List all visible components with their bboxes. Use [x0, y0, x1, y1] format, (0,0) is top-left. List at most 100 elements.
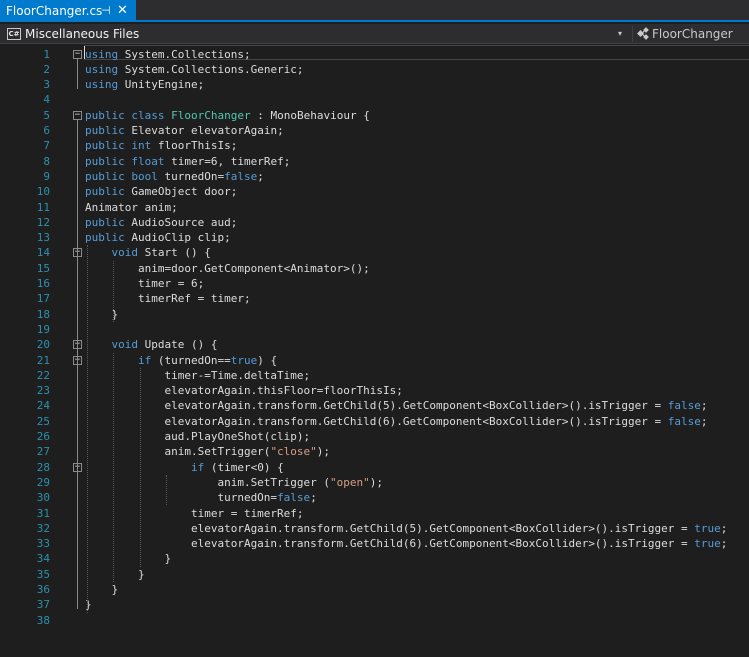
code-token: public: [85, 231, 125, 245]
code-line[interactable]: 38: [0, 613, 749, 628]
code-line[interactable]: 10 public GameObject door;: [0, 184, 749, 199]
code-line[interactable]: 33 elevatorAgain.transform.GetChild(6).G…: [0, 536, 749, 551]
code-line[interactable]: 24 elevatorAgain.transform.GetChild(5).G…: [0, 398, 749, 413]
code-token: ;: [700, 414, 708, 428]
code-line[interactable]: 25 elevatorAgain.transform.GetChild(6).G…: [0, 414, 749, 429]
code-token: timer = timerRef;: [85, 506, 304, 520]
code-line[interactable]: 12 public AudioSource aud;: [0, 215, 749, 230]
code-line[interactable]: 9 public bool turnedOn=false;: [0, 169, 749, 184]
line-number: 5: [43, 108, 50, 122]
code-line[interactable]: 4: [0, 92, 749, 107]
code-editor[interactable]: 1− using System.Collections; 2 using System…: [0, 45, 749, 657]
tab-floorchanger-cs[interactable]: FloorChanger.cs ⊣ ✕: [0, 0, 136, 22]
document-tab-strip: FloorChanger.cs ⊣ ✕: [0, 0, 749, 22]
code-token: void: [111, 246, 139, 260]
code-token: ;: [310, 491, 317, 505]
code-line[interactable]: 27 anim.SetTrigger("close");: [0, 444, 749, 459]
code-line[interactable]: 17 timerRef = timer;: [0, 291, 749, 306]
indent-guide: [113, 260, 115, 322]
project-dropdown[interactable]: Miscellaneous Files: [25, 24, 139, 44]
code-token: timerRef = timer;: [85, 292, 251, 306]
code-token: AudioClip clip;: [124, 231, 231, 245]
code-token: turnedOn=: [157, 169, 225, 183]
code-line[interactable]: 11 Animator anim;: [0, 200, 749, 215]
code-token: elevatorAgain.transform.GetChild(6).GetC…: [85, 414, 668, 428]
code-text: anim=door.GetComponent<Animator>();: [85, 261, 370, 276]
code-token: (turnedOn==: [151, 353, 231, 367]
code-line[interactable]: 29 anim.SetTrigger ("open");: [0, 475, 749, 490]
code-token: true: [694, 521, 721, 535]
code-line[interactable]: 5 − public class FloorChanger : MonoBehavi…: [0, 108, 749, 123]
code-text: elevatorAgain.transform.GetChild(5).GetC…: [85, 398, 707, 413]
code-line[interactable]: 21− if (turnedOn==true) {: [0, 353, 749, 368]
line-number: 17: [36, 292, 50, 306]
fold-toggle-icon[interactable]: −: [73, 110, 82, 120]
code-line[interactable]: 28− if (timer<0) {: [0, 460, 749, 475]
code-line[interactable]: 6 public Elevator elevatorAgain;: [0, 123, 749, 138]
fold-toggle-icon[interactable]: −: [73, 49, 82, 59]
code-text: public bool turnedOn=false;: [85, 169, 264, 184]
code-line[interactable]: 8 public float timer=6, timerRef;: [0, 154, 749, 169]
code-line[interactable]: 15 anim=door.GetComponent<Animator>();: [0, 261, 749, 276]
code-line[interactable]: 1 − using System.Collections;: [0, 47, 749, 62]
code-token: public: [85, 185, 125, 199]
member-dropdown[interactable]: FloorChanger: [652, 24, 733, 44]
line-number: 18: [36, 307, 50, 321]
code-text: public Elevator elevatorAgain;: [85, 123, 284, 138]
code-line[interactable]: 30 turnedOn=false;: [0, 490, 749, 505]
line-number: 10: [36, 185, 50, 199]
line-number: 14: [36, 246, 50, 260]
code-line[interactable]: 13 public AudioClip clip;: [0, 230, 749, 245]
code-text: turnedOn=false;: [85, 490, 317, 505]
code-text: public AudioSource aud;: [85, 215, 237, 230]
code-text: public GameObject door;: [85, 184, 237, 199]
code-text: elevatorAgain.transform.GetChild(6).GetC…: [85, 536, 727, 551]
code-line[interactable]: 3 using UnityEngine;: [0, 77, 749, 92]
code-token: if: [190, 460, 205, 474]
code-token: using: [85, 47, 119, 61]
code-line[interactable]: 26 aud.PlayOneShot(clip);: [0, 429, 749, 444]
code-line[interactable]: 7 public int floorThisIs;: [0, 138, 749, 153]
code-line[interactable]: 22 timer-=Time.deltaTime;: [0, 368, 749, 383]
code-line[interactable]: 37}: [0, 597, 749, 612]
code-line[interactable]: 19: [0, 322, 749, 337]
code-token: }: [85, 583, 119, 596]
line-number: 7: [43, 139, 50, 153]
code-token: Update () {: [138, 338, 218, 352]
code-text: if (timer<0) {: [85, 460, 284, 475]
code-line[interactable]: 36 }: [0, 582, 749, 597]
indent-guide: [113, 352, 115, 582]
code-line[interactable]: 20− void Update () {: [0, 337, 749, 352]
code-text: }: [85, 582, 118, 597]
code-line[interactable]: 23 elevatorAgain.thisFloor=floorThisIs;: [0, 383, 749, 398]
code-token: public: [85, 139, 125, 153]
indent-guide: [139, 367, 141, 567]
code-line[interactable]: 35 }: [0, 567, 749, 582]
line-number: 30: [36, 491, 50, 505]
code-text: elevatorAgain.transform.GetChild(6).GetC…: [85, 414, 708, 429]
code-token: }: [85, 552, 172, 566]
code-line[interactable]: 31 timer = timerRef;: [0, 506, 749, 521]
chevron-down-icon[interactable]: ▾: [618, 24, 622, 44]
code-line[interactable]: 2 using System.Collections.Generic;: [0, 62, 749, 77]
code-token: timer = 6;: [85, 277, 205, 290]
pin-icon[interactable]: ⊣: [101, 0, 111, 22]
close-icon[interactable]: ✕: [117, 0, 128, 22]
line-number: 37: [36, 598, 50, 612]
code-line[interactable]: 16 timer = 6;: [0, 276, 749, 291]
code-line[interactable]: 18 }: [0, 307, 749, 322]
line-number: 35: [36, 567, 50, 581]
line-number: 11: [36, 200, 50, 214]
code-text: timer-=Time.deltaTime;: [85, 368, 310, 383]
code-line[interactable]: 32 elevatorAgain.transform.GetChild(5).G…: [0, 521, 749, 536]
code-text: using UnityEngine;: [85, 77, 204, 92]
code-line[interactable]: 14− void Start () {: [0, 245, 749, 260]
code-token: GameObject door;: [124, 185, 238, 199]
line-number: 15: [36, 261, 50, 275]
code-text: void Update () {: [85, 337, 218, 352]
line-number: 19: [36, 322, 50, 336]
line-number: 36: [36, 583, 50, 596]
code-token: bool: [131, 169, 158, 183]
code-line[interactable]: 34 }: [0, 551, 749, 566]
code-token: floorThisIs;: [151, 139, 238, 153]
